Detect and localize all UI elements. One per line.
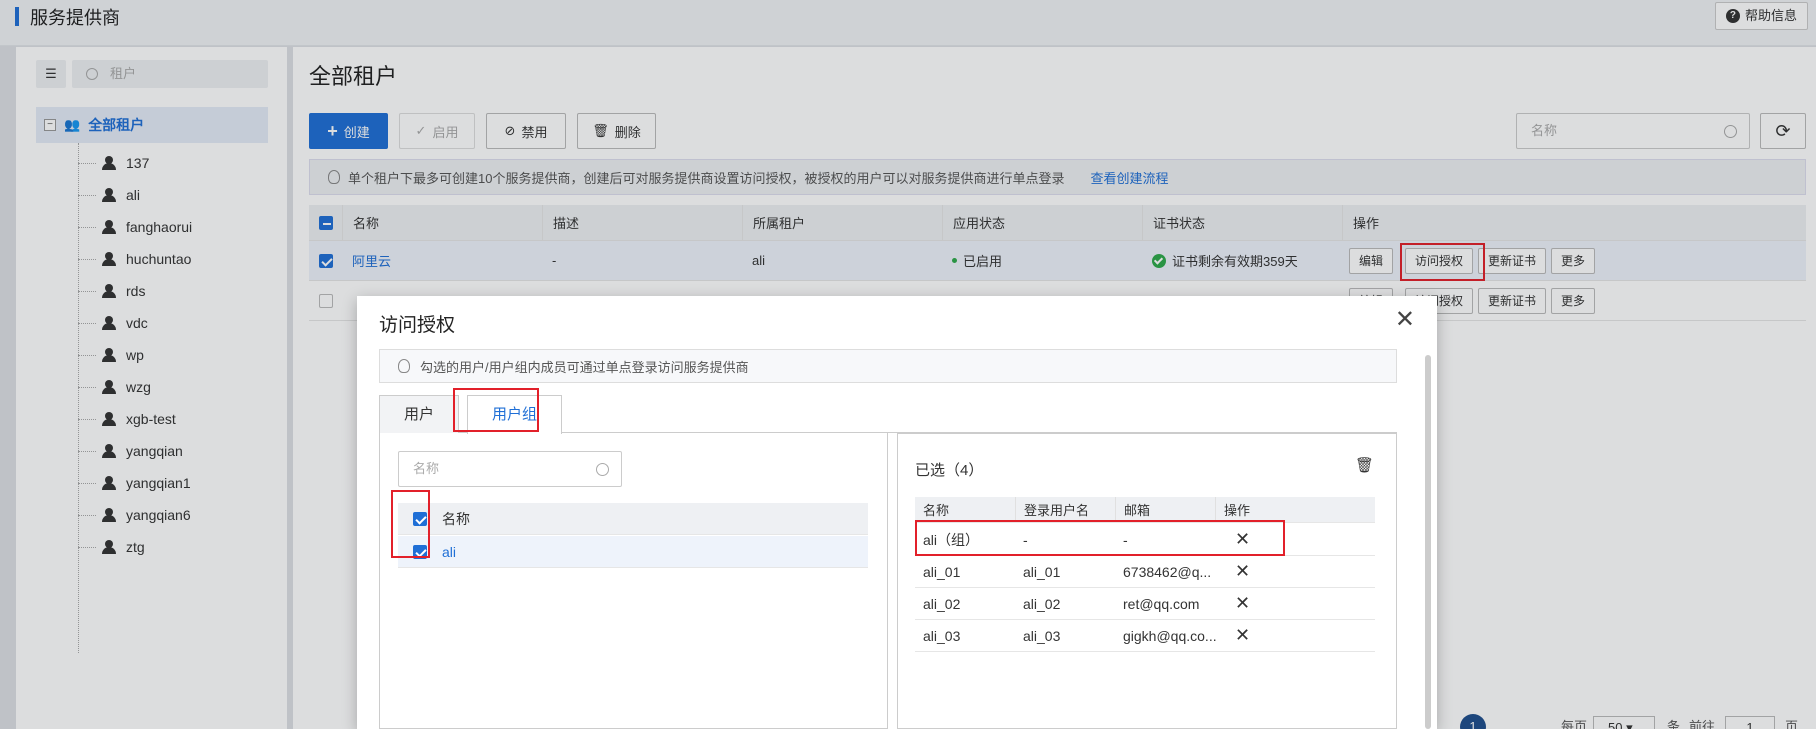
remove-icon[interactable]: ✕ bbox=[1227, 524, 1250, 555]
dialog-scrollbar[interactable] bbox=[1425, 355, 1431, 729]
col-login: 登录用户名 bbox=[1015, 497, 1089, 522]
group-checkbox[interactable] bbox=[398, 544, 442, 559]
group-list-panel: 名称 名称 ali bbox=[379, 433, 888, 729]
col-email: 邮箱 bbox=[1115, 497, 1150, 522]
selected-login: ali_03 bbox=[1023, 627, 1061, 644]
group-name: ali bbox=[442, 543, 457, 560]
dialog-notice: 勾选的用户/用户组内成员可通过单点登录访问服务提供商 bbox=[379, 349, 1397, 383]
table-row: ali_03 ali_03 gigkh@qq.co... ✕ bbox=[915, 620, 1375, 652]
selected-panel: 已选（4） 🗑 名称 登录用户名 邮箱 操作 ali（组） - - ✕ ali_01 al… bbox=[897, 433, 1397, 729]
col-name: 名称 bbox=[923, 503, 950, 518]
table-row: ali（组） - - ✕ bbox=[915, 524, 1375, 556]
dialog-notice-text: 勾选的用户/用户组内成员可通过单点登录访问服务提供商 bbox=[420, 359, 749, 375]
tab-user-groups[interactable]: 用户组 bbox=[467, 395, 563, 434]
selected-login: ali_01 bbox=[1023, 563, 1061, 580]
lightbulb-icon bbox=[398, 359, 410, 373]
group-search-placeholder: 名称 bbox=[413, 461, 440, 476]
dialog-tabs: 用户 用户组 bbox=[379, 388, 1397, 434]
group-search-input[interactable]: 名称 bbox=[398, 451, 622, 487]
selected-name: ali_02 bbox=[923, 595, 961, 612]
selected-email: gigkh@qq.co... bbox=[1123, 627, 1217, 644]
table-row: ali_02 ali_02 ret@qq.com ✕ bbox=[915, 588, 1375, 620]
selected-count-title: 已选（4） bbox=[915, 462, 984, 479]
selected-name: ali_03 bbox=[923, 627, 961, 644]
search-icon bbox=[596, 463, 609, 476]
selected-email: - bbox=[1123, 531, 1128, 548]
select-all-groups-checkbox[interactable] bbox=[398, 511, 442, 526]
list-item[interactable]: ali bbox=[398, 536, 868, 568]
access-auth-dialog: 访问授权 ✕ 勾选的用户/用户组内成员可通过单点登录访问服务提供商 用户 用户组… bbox=[357, 296, 1437, 729]
remove-icon[interactable]: ✕ bbox=[1227, 588, 1250, 619]
col-action: 操作 bbox=[1215, 497, 1250, 522]
table-row: ali_01 ali_01 6738462@q... ✕ bbox=[915, 556, 1375, 588]
remove-icon[interactable]: ✕ bbox=[1227, 620, 1250, 651]
selected-name: ali（组） bbox=[923, 531, 980, 548]
selected-name: ali_01 bbox=[923, 563, 961, 580]
selected-table-header: 名称 登录用户名 邮箱 操作 bbox=[915, 497, 1375, 523]
group-list-header: 名称 bbox=[398, 503, 868, 535]
remove-icon[interactable]: ✕ bbox=[1227, 556, 1250, 587]
tab-users[interactable]: 用户 bbox=[379, 395, 460, 433]
selected-email: ret@qq.com bbox=[1123, 595, 1200, 612]
clear-trash-icon[interactable]: 🗑 bbox=[1355, 456, 1374, 474]
dialog-title: 访问授权 bbox=[379, 315, 456, 336]
close-icon[interactable]: ✕ bbox=[1395, 308, 1415, 332]
selected-email: 6738462@q... bbox=[1123, 563, 1212, 580]
selected-login: - bbox=[1023, 531, 1028, 548]
group-name-header: 名称 bbox=[442, 510, 470, 527]
selected-login: ali_02 bbox=[1023, 595, 1061, 612]
